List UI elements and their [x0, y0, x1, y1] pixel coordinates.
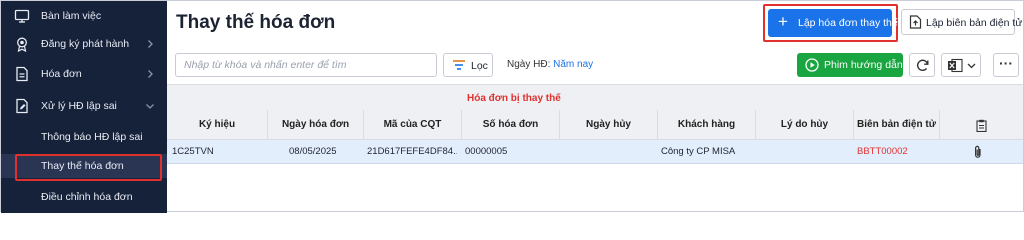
- sidebar: Bàn làm việc Đăng ký phát hành Hóa đơn X…: [1, 1, 167, 213]
- filter-value[interactable]: Năm nay: [553, 59, 593, 70]
- cell-khach-hang: Công ty CP MISA: [661, 146, 736, 157]
- cell-ky-hieu: 1C25TVN: [172, 146, 214, 157]
- column-header-ma-cqt[interactable]: Mã của CQT: [363, 110, 461, 140]
- badge-icon: [17, 37, 27, 52]
- document-icon: [16, 66, 28, 82]
- button-label: Phim hướng dẫn: [824, 59, 903, 71]
- table-group-header: Hóa đơn bị thay thế: [167, 84, 1023, 110]
- column-header-ly-do-huy[interactable]: Lý do hủy: [755, 110, 853, 140]
- export-excel-button[interactable]: [941, 53, 981, 77]
- clipboard-icon: [976, 119, 987, 132]
- sidebar-item-dashboard[interactable]: Bàn làm việc: [1, 5, 167, 29]
- cell-ly-do-huy: [759, 140, 849, 164]
- chevron-down-icon: [146, 104, 154, 109]
- paperclip-icon: [975, 145, 981, 158]
- excel-icon: [948, 58, 963, 73]
- cell-bien-ban-link[interactable]: BBTT00002: [857, 140, 937, 164]
- upload-document-icon: [909, 15, 922, 29]
- sidebar-item-label: Hóa đơn: [41, 68, 82, 80]
- edit-document-icon: [16, 98, 28, 114]
- search-input[interactable]: [175, 53, 437, 77]
- page-title: Thay thế hóa đơn: [176, 12, 336, 33]
- sidebar-item-label: Đăng ký phát hành: [41, 38, 130, 50]
- video-guide-button[interactable]: Phim hướng dẫn: [797, 53, 903, 77]
- chevron-right-icon: [148, 70, 153, 78]
- column-header-ky-hieu[interactable]: Ký hiệu: [167, 110, 267, 140]
- invoice-table: Hóa đơn bị thay thế Ký hiệu Ngày hóa đơn…: [167, 84, 1023, 211]
- filter-button[interactable]: Lọc: [443, 53, 493, 77]
- cell-so-hoa-don: 00000005: [465, 146, 508, 157]
- app-window: Bàn làm việc Đăng ký phát hành Hóa đơn X…: [0, 0, 1024, 213]
- create-replacement-invoice-button[interactable]: + Lập hóa đơn thay thế: [768, 9, 898, 37]
- filter-icon: [453, 60, 465, 70]
- table-row[interactable]: 1C25TVN 08/05/2025 21D617FEFE4DF84... 00…: [167, 140, 1023, 164]
- group-title: Hóa đơn bị thay thế: [467, 93, 561, 104]
- refresh-button[interactable]: [909, 53, 935, 77]
- sidebar-item-registration[interactable]: Đăng ký phát hành: [1, 33, 167, 57]
- sidebar-subitem-label: Thông báo HĐ lập sai: [41, 131, 143, 143]
- refresh-icon: [916, 59, 929, 71]
- chevron-right-icon: [148, 40, 153, 48]
- play-icon: [805, 58, 819, 72]
- invoice-date-filter[interactable]: Ngày HĐ: Năm nay: [507, 59, 593, 70]
- create-e-report-button[interactable]: Lập biên bản điện tử: [901, 9, 1022, 35]
- column-header-ngay-hoa-don[interactable]: Ngày hóa đơn: [267, 110, 363, 140]
- sidebar-item-invoices[interactable]: Hóa đơn: [1, 63, 167, 87]
- filter-label: Ngày HĐ:: [507, 59, 551, 70]
- main-content: Thay thế hóa đơn + Lập hóa đơn thay thế …: [167, 1, 1023, 211]
- column-header-attachments[interactable]: [939, 110, 1023, 140]
- column-header-khach-hang[interactable]: Khách hàng: [657, 110, 755, 140]
- sidebar-item-label: Xử lý HĐ lập sai: [41, 100, 117, 112]
- sidebar-item-fix-invoices[interactable]: Xử lý HĐ lập sai: [1, 95, 167, 119]
- sidebar-subitem-notify-wrong[interactable]: Thông báo HĐ lập sai: [1, 125, 167, 149]
- more-icon: ···: [999, 55, 1013, 71]
- cell-ngay-hoa-don: 08/05/2025: [289, 146, 337, 157]
- highlight-box: [15, 154, 162, 181]
- column-header-ngay-huy[interactable]: Ngày hủy: [559, 110, 657, 140]
- button-label: Lập biên bản điện tử: [926, 17, 1023, 29]
- monitor-icon: [14, 9, 30, 23]
- chevron-down-icon: [967, 63, 976, 69]
- sidebar-subitem-label: Điều chỉnh hóa đơn: [41, 191, 133, 203]
- attachment-button[interactable]: [971, 140, 991, 164]
- sidebar-item-label: Bàn làm việc: [41, 10, 102, 22]
- button-label: Lập hóa đơn thay thế: [798, 17, 898, 29]
- column-header-so-hoa-don[interactable]: Số hóa đơn: [461, 110, 559, 140]
- button-label: Lọc: [471, 60, 488, 72]
- cell-ngay-huy: [563, 140, 653, 164]
- plus-icon: +: [778, 12, 788, 31]
- table-header-row: Ký hiệu Ngày hóa đơn Mã của CQT Số hóa đ…: [167, 110, 1023, 140]
- column-header-bien-ban[interactable]: Biên bản điện tử: [853, 110, 939, 140]
- sidebar-subitem-adjust-invoice[interactable]: Điều chỉnh hóa đơn: [1, 185, 167, 209]
- more-options-button[interactable]: ···: [993, 53, 1019, 77]
- cell-ma-cqt: 21D617FEFE4DF84...: [367, 146, 457, 157]
